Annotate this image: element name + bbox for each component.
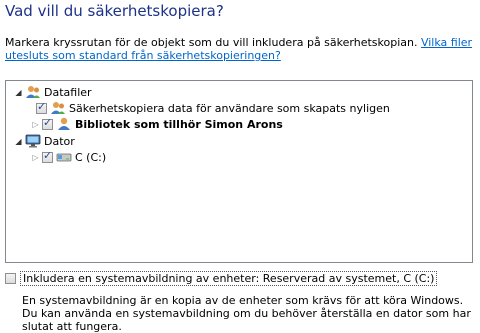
drive-icon: [56, 153, 72, 162]
users-icon: [51, 102, 65, 114]
system-image-option[interactable]: Inkludera en systemavbildning av enheter…: [5, 271, 438, 286]
new-users-checkbox[interactable]: [36, 100, 47, 114]
tree-node-datafiler[interactable]: ◢ Datafiler: [14, 84, 92, 100]
library-checkbox[interactable]: [42, 116, 53, 130]
system-image-checkbox[interactable]: [5, 273, 16, 284]
tree-label-dator: Dator: [44, 134, 75, 148]
backup-tree[interactable]: ◢ Datafiler Säkerhetskopiera data för an…: [5, 80, 473, 263]
system-image-description: En systemavbildning är en kopia av de en…: [22, 294, 471, 333]
tree-node-dator[interactable]: ◢ Dator: [14, 133, 75, 149]
system-image-label[interactable]: Inkludera en systemavbildning av enheter…: [20, 271, 438, 286]
users-icon: [26, 86, 40, 98]
page-title: Vad vill du säkerhetskopiera?: [5, 2, 224, 20]
tree-node-drive-c[interactable]: ▷ C (C:): [31, 149, 106, 165]
tree-node-library[interactable]: ▷ Bibliotek som tillhör Simon Arons: [31, 116, 283, 132]
tree-label-new-users: Säkerhetskopiera data för användare som …: [69, 101, 390, 115]
tree-node-new-users[interactable]: Säkerhetskopiera data för användare som …: [36, 100, 390, 116]
expand-arrow-icon[interactable]: ▷: [31, 120, 40, 129]
tree-label-datafiler: Datafiler: [44, 85, 92, 99]
tree-label-drive-c: C (C:): [75, 150, 107, 164]
expand-triangle-icon[interactable]: ◢: [14, 137, 23, 146]
tree-label-library: Bibliotek som tillhör Simon Arons: [75, 117, 283, 131]
expand-triangle-icon[interactable]: ◢: [14, 88, 23, 97]
user-icon: [58, 117, 70, 130]
drive-c-checkbox[interactable]: [42, 149, 53, 163]
intro-instruction: Markera kryssrutan för de objekt som du …: [5, 36, 421, 49]
expand-arrow-icon[interactable]: ▷: [31, 153, 40, 162]
computer-icon: [25, 134, 41, 148]
intro-text: Markera kryssrutan för de objekt som du …: [5, 36, 475, 62]
